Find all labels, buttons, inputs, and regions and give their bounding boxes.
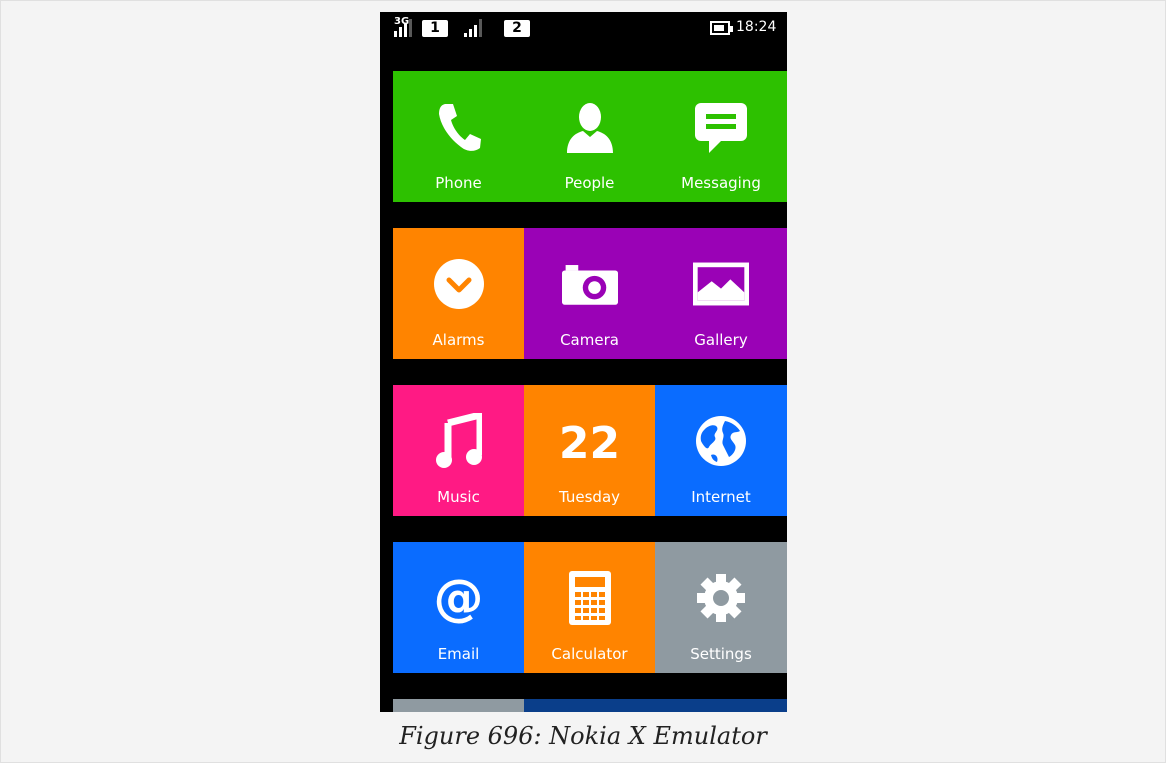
tile-label: Tuesday: [558, 488, 621, 506]
calendar-date: 22: [540, 415, 640, 471]
music-note-icon: [431, 413, 487, 469]
status-bar: 3G 1 2 18:24: [380, 12, 787, 46]
battery-icon: [710, 21, 733, 35]
tile-label: Settings: [690, 645, 752, 663]
picture-icon: [693, 256, 749, 312]
sim1-badge: 1: [422, 20, 448, 37]
tile-label: Messaging: [681, 174, 761, 192]
tile-label: Phone: [435, 174, 482, 192]
figure-caption: Figure 696: Nokia X Emulator: [399, 722, 767, 750]
gear-icon: [693, 570, 749, 626]
tile-calendar[interactable]: 22 Tuesday: [524, 385, 655, 516]
signal-strength-icon: [394, 19, 412, 37]
calendar-day-number: 22: [558, 417, 621, 469]
tile-partial-blue[interactable]: [524, 699, 787, 712]
at-sign-icon: @: [433, 569, 484, 627]
tile-messaging[interactable]: Messaging: [655, 71, 787, 202]
tile-phone[interactable]: Phone: [393, 71, 524, 202]
tile-music[interactable]: Music: [393, 385, 524, 516]
tile-calculator[interactable]: Calculator: [524, 542, 655, 673]
status-time: 18:24: [736, 19, 777, 35]
tile-alarms[interactable]: Alarms: [393, 228, 524, 359]
chat-bubble-icon: [693, 99, 749, 155]
sim2-badge: 2: [504, 20, 530, 37]
tile-camera[interactable]: Camera: [524, 228, 655, 359]
phone-handset-icon: [431, 99, 487, 155]
tile-settings[interactable]: Settings: [655, 542, 787, 673]
signal-strength-icon: [464, 19, 482, 37]
tile-partial-gray[interactable]: [393, 699, 524, 712]
tile-label: Camera: [560, 331, 619, 349]
phone-screen: 3G 1 2 18:24 Phone People Messaging Alar…: [380, 12, 787, 712]
tile-label: Calculator: [551, 645, 628, 663]
tile-label: Email: [437, 645, 480, 663]
calculator-icon: [562, 570, 618, 626]
tile-label: Gallery: [694, 331, 748, 349]
camera-icon: [561, 256, 618, 312]
tile-label: Music: [437, 488, 480, 506]
person-icon: [562, 99, 618, 155]
alarm-clock-icon: [431, 256, 487, 312]
tile-label: Internet: [691, 488, 751, 506]
tile-gallery[interactable]: Gallery: [655, 228, 787, 359]
globe-icon: [693, 413, 749, 469]
tile-group-communication: Phone People Messaging: [393, 71, 787, 202]
tile-label: Alarms: [432, 331, 485, 349]
tile-label: People: [564, 174, 615, 192]
tile-people[interactable]: People: [524, 71, 655, 202]
tile-group-media: Camera Gallery: [524, 228, 787, 359]
tile-internet[interactable]: Internet: [655, 385, 787, 516]
tile-email[interactable]: @ Email: [393, 542, 524, 673]
